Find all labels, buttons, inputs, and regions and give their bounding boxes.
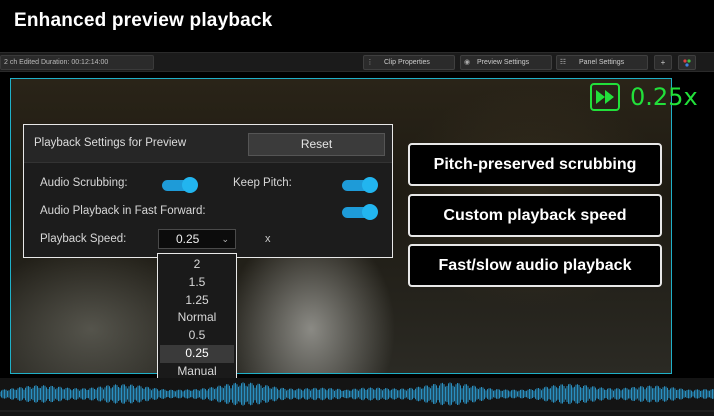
- fast-forward-icon: [590, 83, 620, 111]
- playback-speed-value: 0.25: [176, 232, 200, 246]
- dropdown-option[interactable]: 0.5: [160, 327, 234, 345]
- chevron-down-icon: ⌄: [221, 234, 229, 244]
- page-headline: Enhanced preview playback: [14, 10, 273, 31]
- audio-scrubbing-toggle[interactable]: [162, 177, 198, 193]
- callout-custom-speed: Custom playback speed: [408, 194, 662, 237]
- color-settings-button[interactable]: [678, 55, 696, 70]
- plus-icon: +: [660, 58, 666, 67]
- fast-forward-toggle[interactable]: [342, 204, 378, 220]
- dropdown-option[interactable]: Normal: [160, 309, 234, 327]
- panel-title: Playback Settings for Preview: [34, 137, 187, 149]
- playback-speed-dropdown: 2 1.5 1.25 Normal 0.5 0.25 Manual: [157, 253, 237, 382]
- panel-settings-button[interactable]: ☷ Panel Settings: [556, 55, 648, 70]
- reset-button[interactable]: Reset: [248, 133, 385, 156]
- top-toolbar: 2 ch Edited Duration: 00:12:14:00 ⋮ Clip …: [0, 52, 714, 72]
- speed-indicator: 0.25x: [590, 83, 698, 111]
- dropdown-option-selected[interactable]: 0.25: [160, 344, 234, 363]
- info-icon: ⋮: [366, 59, 374, 66]
- playback-speed-label: Playback Speed:: [40, 233, 127, 245]
- audio-timeline[interactable]: [0, 378, 714, 416]
- callout-fast-slow-audio: Fast/slow audio playback: [408, 244, 662, 287]
- toggle-knob: [362, 177, 378, 193]
- duration-info: 2 ch Edited Duration: 00:12:14:00: [0, 55, 154, 70]
- callout-pitch-preserved: Pitch-preserved scrubbing: [408, 143, 662, 186]
- keep-pitch-label: Keep Pitch:: [233, 177, 292, 189]
- audio-waveform: [0, 382, 714, 412]
- playback-speed-select[interactable]: 0.25 ⌄: [158, 229, 236, 249]
- speed-unit-label: x: [265, 233, 271, 245]
- panel-header: Playback Settings for Preview Reset: [24, 125, 392, 163]
- playback-settings-panel: Playback Settings for Preview Reset Audi…: [23, 124, 393, 258]
- sliders-icon: ☷: [559, 59, 567, 66]
- clip-properties-button[interactable]: ⋮ Clip Properties: [363, 55, 455, 70]
- toggle-knob: [362, 204, 378, 220]
- waveform-path: [0, 382, 714, 406]
- dropdown-option[interactable]: 2: [160, 256, 234, 274]
- eye-icon: ◉: [463, 59, 471, 66]
- add-panel-button[interactable]: +: [654, 55, 672, 70]
- preview-settings-button[interactable]: ◉ Preview Settings: [460, 55, 552, 70]
- speed-indicator-text: 0.25x: [630, 83, 698, 111]
- palette-icon: [683, 59, 691, 67]
- dropdown-option[interactable]: 1.25: [160, 292, 234, 310]
- toggle-knob: [182, 177, 198, 193]
- keep-pitch-toggle[interactable]: [342, 177, 378, 193]
- fast-forward-label: Audio Playback in Fast Forward:: [40, 205, 206, 217]
- dropdown-option[interactable]: 1.5: [160, 274, 234, 292]
- audio-scrubbing-label: Audio Scrubbing:: [40, 177, 128, 189]
